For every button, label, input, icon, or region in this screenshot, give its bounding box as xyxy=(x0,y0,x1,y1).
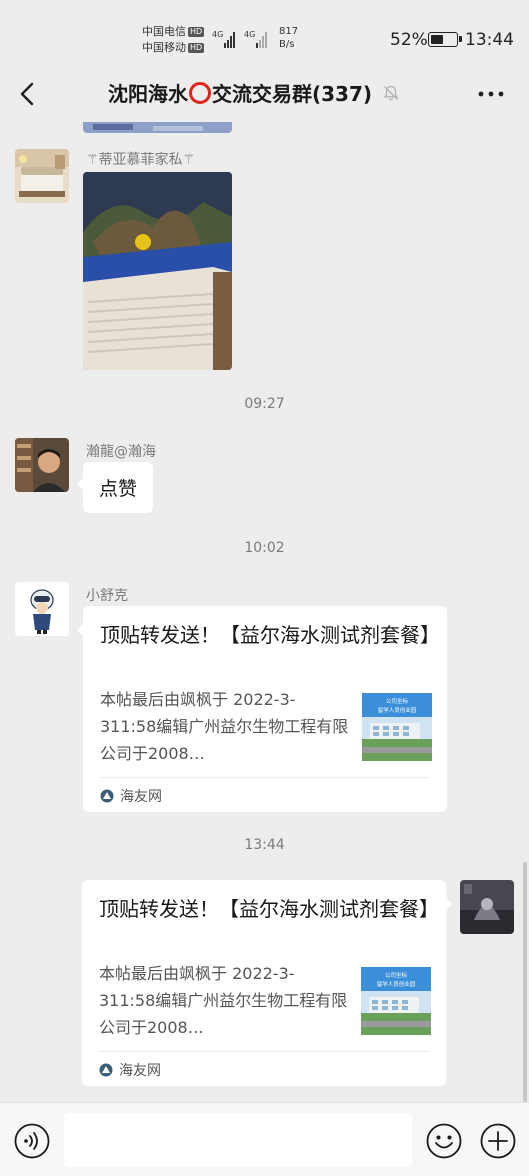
card-title: 顶贴转发送！【益尔海水测试剂套餐】 xyxy=(100,623,440,647)
chat-header: 沈阳海水 交流交易群(337) xyxy=(0,70,529,120)
status-bar: 中国电信 HD 中国移动 HD 4G 4G 817 B/s 52% 13:44 xyxy=(0,0,529,70)
timestamp: 10:02 xyxy=(244,540,285,556)
battery-percent: 52% xyxy=(390,30,428,50)
hd-badge: HD xyxy=(188,43,205,53)
card-description: 本帖最后由飒枫于 2022-3-311:58编辑广州益尔生物工程有限公司于200… xyxy=(100,690,349,763)
timestamp: 13:44 xyxy=(244,837,285,853)
battery-icon xyxy=(428,32,462,47)
carrier-1: 中国电信 xyxy=(142,25,186,38)
emoji-icon[interactable] xyxy=(426,1123,462,1159)
card-source-name: 海友网 xyxy=(119,1063,161,1079)
link-card-message[interactable]: 顶贴转发送！【益尔海水测试剂套餐】 本帖最后由飒枫于 2022-3-311:58… xyxy=(82,880,452,1086)
title-part-2: 交流交易群(337) xyxy=(212,82,373,106)
thumb-text-1: 公司坐标 xyxy=(385,971,408,979)
signal-icon: 4G 4G xyxy=(212,30,267,48)
card-description: 本帖最后由飒枫于 2022-3-311:58编辑广州益尔生物工程有限公司于200… xyxy=(99,964,348,1037)
avatar[interactable] xyxy=(15,149,69,203)
bell-off-icon xyxy=(383,85,399,100)
message-input[interactable] xyxy=(64,1113,412,1167)
title-part-1: 沈阳海水 xyxy=(108,82,188,106)
more-dots-icon[interactable] xyxy=(476,82,506,106)
scrollbar[interactable] xyxy=(523,862,527,1102)
card-thumbnail: 公司坐标 留学人员创业园 xyxy=(362,693,432,761)
net-speed: 817 B/s xyxy=(279,26,299,50)
message-text: 点赞 xyxy=(99,478,138,500)
card-title: 顶贴转发送！【益尔海水测试剂套餐】 xyxy=(99,897,439,921)
plus-circle-icon[interactable] xyxy=(480,1123,516,1159)
card-source: 海友网 xyxy=(100,786,162,806)
voice-icon[interactable] xyxy=(14,1123,50,1159)
hd-badge: HD xyxy=(188,27,205,37)
card-thumbnail: 公司坐标 留学人员创业园 xyxy=(361,967,431,1035)
carrier-info: 中国电信 HD 中国移动 HD xyxy=(142,24,205,56)
previous-image-message[interactable] xyxy=(83,120,232,133)
sender-name: 瀚龍@瀚海 xyxy=(86,444,156,460)
card-source: 海友网 xyxy=(99,1060,161,1080)
timestamp: 09:27 xyxy=(244,396,285,412)
sender-name: 小舒克 xyxy=(86,588,128,604)
svg-text:4G: 4G xyxy=(212,30,223,39)
chat-title: 沈阳海水 交流交易群(337) xyxy=(108,78,400,107)
source-logo-icon xyxy=(99,1063,113,1077)
input-bar xyxy=(0,1102,529,1176)
avatar[interactable] xyxy=(15,438,69,492)
sender-name: ⚚蒂亚慕菲家私⚚ xyxy=(86,152,196,168)
avatar[interactable] xyxy=(15,582,69,636)
thumb-text-2: 留学人员创业园 xyxy=(378,706,417,714)
battery-fill xyxy=(431,35,443,44)
thumb-text-2: 留学人员创业园 xyxy=(377,980,416,988)
source-logo-icon xyxy=(100,789,114,803)
back-chevron-icon[interactable] xyxy=(14,80,42,108)
avatar[interactable] xyxy=(460,880,514,934)
card-divider xyxy=(100,777,430,778)
svg-text:4G: 4G xyxy=(244,30,255,39)
carrier-2: 中国移动 xyxy=(142,41,186,54)
text-message-bubble[interactable]: 点赞 xyxy=(76,462,154,513)
card-source-name: 海友网 xyxy=(120,789,162,805)
image-message[interactable] xyxy=(83,172,232,370)
message-list[interactable]: ⚚蒂亚慕菲家私⚚ 09:27 瀚龍@瀚海 点赞 10:02 小舒克 顶贴转发送！… xyxy=(0,120,529,1102)
link-card-message[interactable]: 顶贴转发送！【益尔海水测试剂套餐】 本帖最后由飒枫于 2022-3-311:58… xyxy=(77,606,447,812)
red-circle-icon xyxy=(189,81,211,104)
status-time: 13:44 xyxy=(465,30,514,50)
card-divider xyxy=(99,1051,429,1052)
thumb-text-1: 公司坐标 xyxy=(386,697,409,705)
